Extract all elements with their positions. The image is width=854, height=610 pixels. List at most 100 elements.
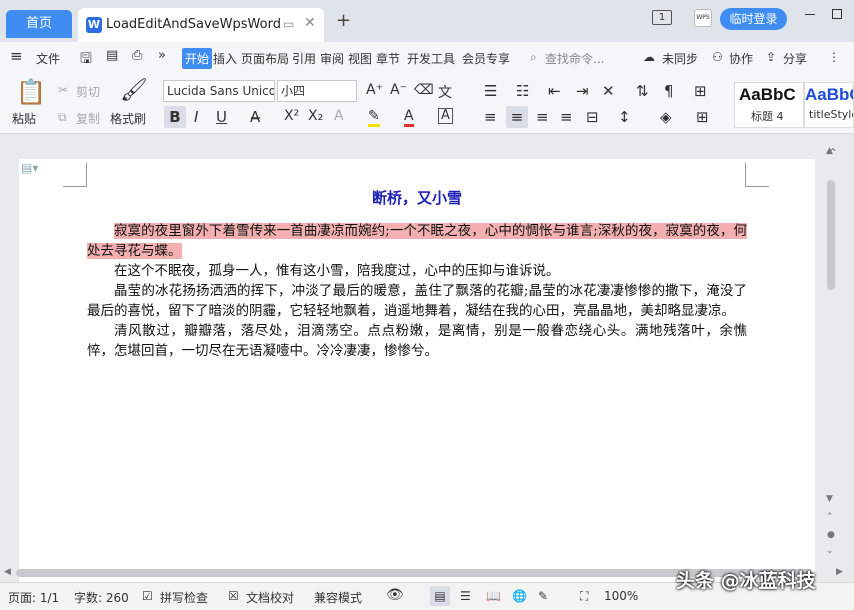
hamburger-icon[interactable]: ≡ <box>10 47 23 65</box>
outline-view-icon[interactable]: ☰ <box>460 589 471 603</box>
minimize-icon[interactable] <box>805 14 815 15</box>
bold-icon[interactable]: B <box>164 106 186 128</box>
paste-button[interactable]: 粘贴 <box>12 110 36 127</box>
menu-review[interactable]: 审阅 <box>320 50 344 67</box>
write-mode-icon[interactable]: ✎ <box>538 589 548 603</box>
page-nav-icon[interactable]: ▤▾ <box>21 161 38 175</box>
command-search[interactable]: 查找命令... <box>545 50 604 67</box>
fit-page-icon[interactable]: ⛶ <box>580 589 588 604</box>
font-color-icon[interactable]: A <box>404 108 414 127</box>
scrollbar-thumb[interactable] <box>827 180 835 290</box>
collab-button[interactable]: 协作 <box>729 50 753 67</box>
web-view-icon[interactable]: 🌐 <box>512 589 527 603</box>
login-button[interactable]: 临时登录 <box>720 8 787 30</box>
style-titlestyle[interactable]: AaBbC titleStyle <box>804 82 854 128</box>
save-icon[interactable]: 🖫 <box>80 48 92 72</box>
sync-status[interactable]: 未同步 <box>662 50 698 67</box>
paragraph[interactable]: 寂寞的夜里窗外下着雪传来一首曲凄凉而婉约;一个不眠之夜，心中的惆怅与谁言;深秋的… <box>87 221 747 261</box>
document-body[interactable]: 寂寞的夜里窗外下着雪传来一首曲凄凉而婉约;一个不眠之夜，心中的惆怅与谁言;深秋的… <box>87 221 747 361</box>
underline-icon[interactable]: U <box>216 108 227 126</box>
align-right-icon[interactable]: ≡ <box>536 108 549 126</box>
more-options-icon[interactable]: ⋮ <box>828 50 840 64</box>
justify-icon[interactable]: ≡ <box>560 108 573 126</box>
format-painter-button[interactable]: 格式刷 <box>110 110 146 127</box>
italic-icon[interactable]: I <box>194 108 198 126</box>
prev-page-icon[interactable]: ⌃ <box>826 512 834 522</box>
decrease-indent-icon[interactable]: ⇤ <box>548 82 561 100</box>
phonetic-icon[interactable]: 文 <box>438 82 452 102</box>
tab-bar: 首页 W LoadEditAndSaveWpsWord ▭ ✕ + 1 WPS … <box>0 0 854 42</box>
menu-page-layout[interactable]: 页面布局 <box>241 50 289 67</box>
distribute-icon[interactable]: ⊟ <box>586 108 599 126</box>
scroll-down-icon[interactable]: ▼ <box>826 494 833 504</box>
scroll-left-icon[interactable]: ◀ <box>4 567 11 577</box>
document-tab[interactable]: W LoadEditAndSaveWpsWord ▭ ✕ <box>78 8 324 42</box>
paste-icon[interactable]: 📋 <box>16 78 46 106</box>
borders-icon[interactable]: ⊞ <box>696 108 709 126</box>
sort-icon[interactable]: ⇅ <box>636 82 649 100</box>
shading-icon[interactable]: ◈ <box>660 108 672 126</box>
zoom-level[interactable]: 100% <box>604 589 638 603</box>
document-page[interactable]: ▤▾ 断桥，又小雪 寂寞的夜里窗外下着雪传来一首曲凄凉而婉约;一个不眠之夜，心中… <box>19 159 815 582</box>
vertical-scrollbar[interactable]: ▲ ▼ ⌃ ● ⌄ <box>824 146 838 562</box>
avatar[interactable]: WPS <box>694 9 712 27</box>
align-left-icon[interactable]: ≡ <box>484 108 497 126</box>
format-painter-icon[interactable]: 🖌 <box>120 78 148 103</box>
table-icon[interactable]: ⊞ <box>694 82 707 100</box>
highlight-icon[interactable]: ✎ <box>368 108 380 127</box>
increase-indent-icon[interactable]: ⇥ <box>576 82 589 100</box>
char-border-icon[interactable]: A <box>438 108 453 124</box>
paragraph[interactable]: 在这个不眠夜，孤身一人，惟有这小雪，陪我度过，心中的压抑与谁诉说。 <box>87 261 747 281</box>
menu-references[interactable]: 引用 <box>292 50 316 67</box>
cut-button[interactable]: 剪切 <box>76 83 100 100</box>
subscript-icon[interactable]: X₂ <box>308 108 323 124</box>
spellcheck-button[interactable]: 拼写检查 <box>160 589 208 606</box>
menu-insert[interactable]: 插入 <box>213 50 237 67</box>
bullet-list-icon[interactable]: ☰ <box>484 82 497 100</box>
show-marks-icon[interactable]: ¶ <box>664 82 674 100</box>
font-size-select[interactable]: 小四 <box>277 80 357 102</box>
text-effect-icon[interactable]: A <box>334 108 344 124</box>
menu-home[interactable]: 开始 <box>182 48 213 69</box>
menu-member[interactable]: 会员专享 <box>462 50 510 67</box>
shrink-font-icon[interactable]: A⁻ <box>390 82 407 98</box>
print-icon[interactable]: ⎙ <box>132 48 142 63</box>
line-spacing-icon[interactable]: ↕ <box>618 108 631 126</box>
more-icon[interactable]: » <box>158 48 166 63</box>
eye-protect-icon[interactable]: 👁 <box>386 587 404 603</box>
reading-view-icon[interactable]: 📖 <box>486 589 501 603</box>
paragraph[interactable]: 清风散过，瓣瓣落，落尽处，泪滴荡空。点点粉嫩，是离情，别是一般眷恋绕心头。满地残… <box>87 321 747 361</box>
superscript-icon[interactable]: X² <box>284 108 299 124</box>
align-center-icon[interactable]: ≡ <box>506 106 528 128</box>
monitor-icon[interactable]: ▭ <box>283 17 294 31</box>
chinese-layout-icon[interactable]: ✕ <box>602 82 615 100</box>
share-button[interactable]: 分享 <box>783 50 807 67</box>
doc-proof-button[interactable]: 文档校对 <box>246 589 294 606</box>
style-heading4[interactable]: AaBbC 标题 4 <box>734 82 804 128</box>
font-name-select[interactable]: Lucida Sans Unico <box>163 80 275 102</box>
menu-sections[interactable]: 章节 <box>376 50 400 67</box>
select-browse-icon[interactable]: ● <box>827 530 835 540</box>
copy-button[interactable]: 复制 <box>76 110 100 127</box>
menu-developer[interactable]: 开发工具 <box>407 50 455 67</box>
next-page-icon[interactable]: ⌄ <box>826 546 834 556</box>
scroll-right-icon[interactable]: ▶ <box>836 567 843 577</box>
menu-view[interactable]: 视图 <box>348 50 372 67</box>
new-tab-button[interactable]: + <box>336 10 351 31</box>
strikethrough-icon[interactable]: A̶ <box>250 108 260 126</box>
window-count-badge[interactable]: 1 <box>652 10 672 25</box>
home-tab[interactable]: 首页 <box>6 10 72 38</box>
maximize-icon[interactable] <box>832 9 842 19</box>
page-view-icon[interactable]: ▤ <box>430 586 450 606</box>
numbered-list-icon[interactable]: ☷ <box>516 82 529 100</box>
print-preview-icon[interactable]: ▤ <box>106 48 118 63</box>
grow-font-icon[interactable]: A⁺ <box>366 82 383 98</box>
page-indicator[interactable]: 页面: 1/1 <box>8 589 59 606</box>
paragraph[interactable]: 晶莹的冰花扬扬洒洒的挥下，冲淡了最后的暖意，盖住了飘落的花瓣;晶莹的冰花凄凄惨惨… <box>87 281 747 321</box>
word-count[interactable]: 字数: 260 <box>74 589 129 606</box>
menu-file[interactable]: 文件 <box>36 50 60 67</box>
clear-format-icon[interactable]: ⌫ <box>414 82 434 98</box>
scroll-up-icon[interactable]: ▲ <box>826 146 833 156</box>
close-tab-icon[interactable]: ✕ <box>304 15 316 31</box>
share-icon: ⇪ <box>766 50 777 64</box>
